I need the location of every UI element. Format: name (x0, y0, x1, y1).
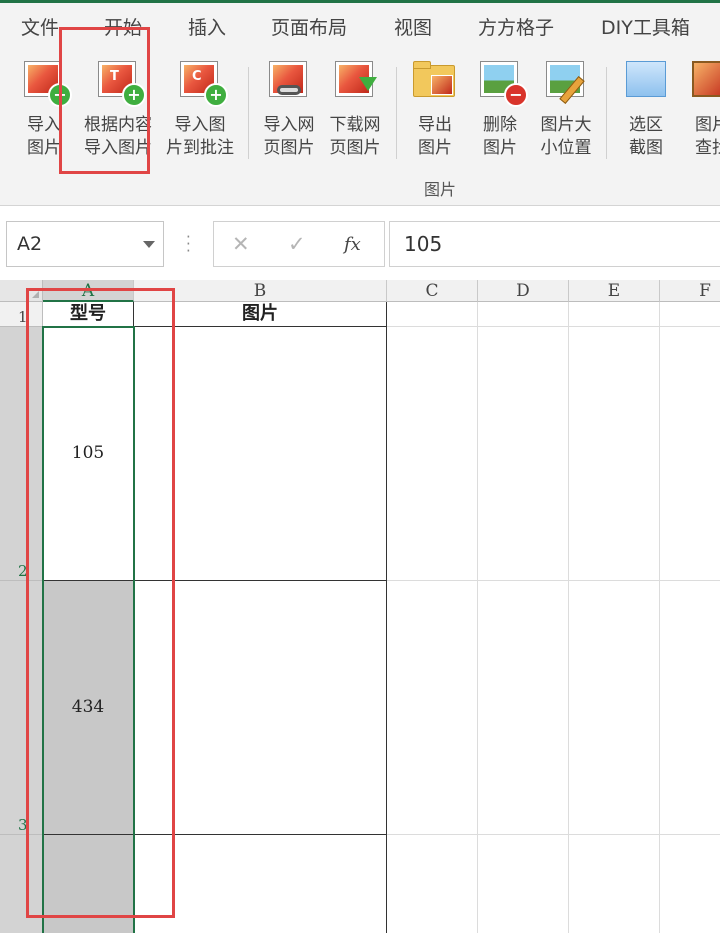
import-by-content-button[interactable]: T + 根据内容 导入图片 (82, 57, 154, 167)
select-all-corner[interactable] (0, 280, 43, 302)
tab-home[interactable]: 开始 (104, 13, 142, 40)
row-header-3[interactable]: 3 (0, 581, 43, 835)
download-web-picture-icon (331, 57, 379, 103)
more-vert-icon: · · · (186, 228, 191, 260)
ribbon-picture-group: + 导入 图片 T + 根据内容 导入图片 C + 导入图 片到批注 导入网 页… (0, 45, 720, 206)
spreadsheet-grid: A B C D E F 1 2 3 型号 图片 105 434 (0, 280, 720, 933)
cell-b1[interactable]: 图片 (134, 302, 387, 327)
import-by-content-icon: T + (94, 57, 146, 107)
download-web-picture-label: 下载网 页图片 (329, 115, 381, 158)
column-header-a[interactable]: A (43, 280, 134, 302)
row-header-2[interactable]: 2 (0, 327, 43, 581)
import-picture-label: 导入 图片 (27, 115, 61, 158)
cancel-icon[interactable]: ✕ (232, 232, 250, 256)
gridline (387, 580, 720, 581)
import-by-content-label: 根据内容 导入图片 (84, 115, 152, 158)
name-box-value: A2 (17, 233, 43, 255)
insert-function-icon[interactable]: fx (344, 234, 361, 255)
picture-find-button[interactable]: 图片 查找 (676, 57, 720, 167)
selection-outline (42, 326, 135, 933)
export-picture-icon (411, 57, 459, 103)
ribbon-group-label: 图片 (423, 180, 456, 199)
tab-fangfang-gezi[interactable]: 方方格子 (478, 13, 554, 40)
picture-find-label: 图片 查找 (695, 115, 720, 158)
import-picture-icon: + (20, 57, 72, 107)
gridline (477, 302, 478, 933)
picture-find-icon (688, 57, 720, 103)
row-header-1[interactable]: 1 (0, 302, 43, 327)
menu-bar: 文件 开始 插入 页面布局 视图 方方格子 DIY工具箱 (0, 3, 720, 45)
gridline (659, 302, 660, 933)
tab-page-layout[interactable]: 页面布局 (271, 13, 347, 40)
tab-diy-toolbox[interactable]: DIY工具箱 (601, 13, 690, 40)
selection-screenshot-icon (622, 57, 670, 103)
formula-input-value: 105 (404, 232, 443, 256)
gridline (568, 302, 569, 933)
column-header-f[interactable]: F (660, 280, 720, 302)
tab-view[interactable]: 视图 (394, 13, 432, 40)
picture-size-position-icon (542, 57, 590, 105)
cell-b2[interactable] (134, 327, 387, 581)
formula-buttons: ✕ ✓ fx (213, 221, 385, 267)
row-header-4[interactable] (0, 835, 43, 933)
column-header-b[interactable]: B (134, 280, 387, 302)
import-to-comment-button[interactable]: C + 导入图 片到批注 (164, 57, 236, 167)
tab-file[interactable]: 文件 (21, 13, 59, 40)
picture-size-position-button[interactable]: 图片大 小位置 (530, 57, 602, 167)
name-box[interactable]: A2 (6, 221, 164, 267)
enter-icon[interactable]: ✓ (288, 232, 306, 256)
cell-b4[interactable] (134, 835, 387, 933)
gridline (387, 326, 720, 327)
import-web-picture-icon (265, 57, 313, 103)
download-web-picture-button[interactable]: 下载网 页图片 (319, 57, 391, 167)
cell-a1[interactable]: 型号 (43, 302, 134, 327)
column-header-d[interactable]: D (478, 280, 569, 302)
formula-bar: A2 · · · ✕ ✓ fx 105 (0, 206, 720, 280)
picture-size-position-label: 图片大 小位置 (540, 115, 592, 158)
import-to-comment-label: 导入图 片到批注 (166, 115, 234, 158)
cell-b3[interactable] (134, 581, 387, 835)
import-to-comment-icon: C + (176, 57, 228, 107)
gridline (387, 834, 720, 835)
column-header-c[interactable]: C (387, 280, 478, 302)
tab-insert[interactable]: 插入 (188, 13, 226, 40)
delete-picture-icon: − (476, 57, 528, 107)
column-header-e[interactable]: E (569, 280, 660, 302)
formula-input[interactable]: 105 (389, 221, 720, 267)
chevron-down-icon[interactable] (143, 241, 155, 248)
import-picture-button[interactable]: + 导入 图片 (8, 57, 80, 167)
